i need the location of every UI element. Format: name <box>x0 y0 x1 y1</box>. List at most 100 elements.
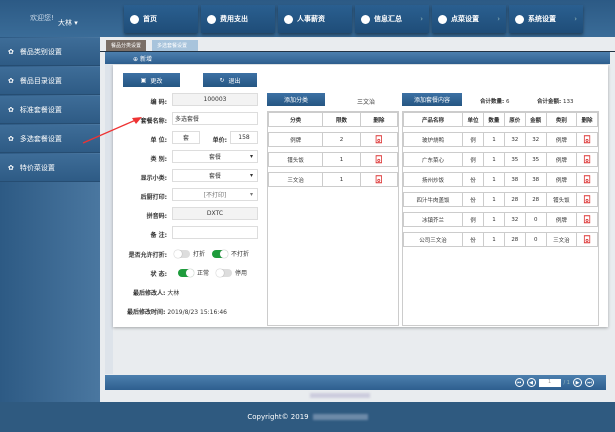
section-title: 新增 <box>139 56 152 63</box>
cell: 冰镇芥兰 <box>402 212 464 227</box>
delete-button[interactable]: ⌻ <box>576 152 598 167</box>
discount-no-toggle[interactable] <box>212 249 229 258</box>
gear-icon: ✿ <box>8 163 14 172</box>
welcome-text: 欢迎您! <box>30 14 54 22</box>
nav-4[interactable]: 点菜设置 › <box>432 5 506 33</box>
cell: 三文治 <box>267 172 324 187</box>
table-row[interactable]: 玻炉烧鸭例 1 32 32 例牌 ⌻ <box>402 132 598 147</box>
add-category-button[interactable]: 添加分类 <box>267 93 325 106</box>
update-button[interactable]: ▣ 更改 <box>123 73 180 87</box>
cell: 0 <box>524 232 547 247</box>
exit-label: 退出 <box>228 77 241 85</box>
kitchen-print-select[interactable]: [不打印] <box>172 188 258 201</box>
cell: 份 <box>462 192 484 207</box>
footer: Copyright© 2019 <box>0 402 615 432</box>
sidebar-item-label: 多选套餐设置 <box>19 134 62 143</box>
nav-label: 首页 <box>143 15 157 23</box>
cell: 扬州炒饭 <box>402 172 464 187</box>
trash-icon: ⌻ <box>583 212 591 226</box>
red-arrow-annotation <box>82 117 142 144</box>
product-table-box: 产品名称 单位 数量 原价 金额 类别 删除 玻炉烧鸭例 1 32 32 例牌 ⌻ 广东菜心例 1 35 35 例… <box>402 111 599 326</box>
name-field[interactable]: 多选套餐 <box>172 112 258 125</box>
table-row[interactable]: 四汁牛肉盖饭份 1 28 28 镬头饭 ⌻ <box>402 192 598 207</box>
column-header: 金额 <box>524 112 547 127</box>
cell: 玻炉烧鸭 <box>402 132 464 147</box>
cell: 1 <box>483 212 505 227</box>
price-field[interactable]: 158 <box>230 131 258 144</box>
user-menu[interactable]: 大林 ▾ <box>58 18 78 28</box>
table-row[interactable]: 镬头饭 1 ⌻ <box>267 152 399 167</box>
modtime-label: 最后修改时间: <box>127 309 166 316</box>
column-header: 删除 <box>359 112 399 127</box>
cell: 35 <box>503 152 526 167</box>
cell: 1 <box>483 152 505 167</box>
pinyin-label: 拼音码: <box>146 213 167 220</box>
cell: 例 <box>462 132 484 147</box>
discount-yes-toggle[interactable] <box>174 249 190 258</box>
cell: 例牌 <box>545 132 578 147</box>
cell: 0 <box>524 212 547 227</box>
add-content-label: 添加套餐内容 <box>413 97 450 104</box>
delete-button[interactable]: ⌻ <box>576 232 598 247</box>
cell: 28 <box>524 192 547 207</box>
nav-0[interactable]: 首页 <box>124 5 198 33</box>
sidebar-item-4[interactable]: ✿ 特价菜设置 <box>0 154 100 182</box>
table-row[interactable]: 例牌 2 ⌻ <box>267 132 399 147</box>
delete-button[interactable]: ⌻ <box>576 212 598 227</box>
save-icon: ▣ <box>140 76 147 84</box>
exit-button[interactable]: ↻ 退出 <box>203 73 257 87</box>
total-amt: 133 <box>562 99 574 105</box>
cell: 公司三文治 <box>402 232 464 247</box>
cell: 38 <box>503 172 526 187</box>
column-header: 限数 <box>322 112 361 127</box>
price-label: 单价: <box>212 137 227 144</box>
last-page-icon[interactable]: ⏭ <box>585 378 594 387</box>
prev-page-icon[interactable]: ◀ <box>526 378 536 387</box>
sidebar-item-1[interactable]: ✿ 餐品目录设置 <box>0 67 100 95</box>
cell: 1 <box>483 132 505 147</box>
table-header: 产品名称 单位 数量 原价 金额 类别 删除 <box>402 112 598 127</box>
cell: 例牌 <box>545 172 578 187</box>
nav-5[interactable]: 系统设置 › <box>509 5 583 33</box>
table-row[interactable]: 冰镇芥兰例 1 32 0 例牌 ⌻ <box>402 212 598 227</box>
sidebar-item-label: 标准套餐设置 <box>19 105 62 114</box>
nav-1[interactable]: 费用支出 <box>201 5 275 33</box>
status-normal-toggle[interactable] <box>178 268 194 277</box>
table-row[interactable]: 三文治 1 ⌻ <box>267 172 399 187</box>
sidebar-item-0[interactable]: ✿ 餐品类别设置 <box>0 38 100 66</box>
delete-button[interactable]: ⌻ <box>359 152 399 167</box>
delete-button[interactable]: ⌻ <box>576 172 598 187</box>
table-row[interactable]: 公司三文治份 1 28 0 三文治 ⌻ <box>402 232 598 247</box>
subcat-select[interactable]: 套餐 <box>172 169 258 182</box>
tab-category[interactable]: 餐品分类设置 <box>106 40 147 51</box>
status-disabled-toggle[interactable] <box>216 268 233 277</box>
first-page-icon[interactable]: ⏮ <box>514 378 524 387</box>
add-content-button[interactable]: 添加套餐内容 <box>402 93 462 106</box>
subcat-label: 显示小类: <box>140 175 167 182</box>
cell: 例 <box>462 152 484 167</box>
next-page-icon[interactable]: ▶ <box>573 378 582 387</box>
status-disabled-label: 停用 <box>235 270 248 277</box>
nav-icon <box>438 14 447 24</box>
nav-label: 费用支出 <box>220 15 248 23</box>
gear-icon: ✿ <box>8 134 14 143</box>
tab-multi-combo[interactable]: 多选套餐设置 <box>152 40 198 51</box>
delete-button[interactable]: ⌻ <box>359 172 399 187</box>
page-input[interactable]: 1 <box>538 378 561 387</box>
category-table: 分类 限数 删除 例牌 2 ⌻ 镬头饭 1 ⌻ 三文治 1 ⌻ <box>267 112 399 187</box>
sidebar-item-label: 餐品目录设置 <box>19 76 62 85</box>
delete-button[interactable]: ⌻ <box>576 192 598 207</box>
nav-2[interactable]: 人事薪资 <box>278 5 352 33</box>
delete-button[interactable]: ⌻ <box>359 132 399 147</box>
table-row[interactable]: 广东菜心例 1 35 35 例牌 ⌻ <box>402 152 598 167</box>
code-field[interactable]: 100003 <box>172 93 258 106</box>
table-row[interactable]: 扬州炒饭份 1 38 38 例牌 ⌻ <box>402 172 598 187</box>
category-select[interactable]: 套餐 <box>172 150 258 163</box>
note-field[interactable] <box>172 226 258 239</box>
cell: 1 <box>322 152 361 167</box>
column-header: 数量 <box>483 112 505 127</box>
delete-button[interactable]: ⌻ <box>576 132 598 147</box>
pinyin-field[interactable]: DXTC <box>172 207 258 220</box>
nav-3[interactable]: 信息汇总 › <box>355 5 429 33</box>
cell: 广东菜心 <box>402 152 464 167</box>
